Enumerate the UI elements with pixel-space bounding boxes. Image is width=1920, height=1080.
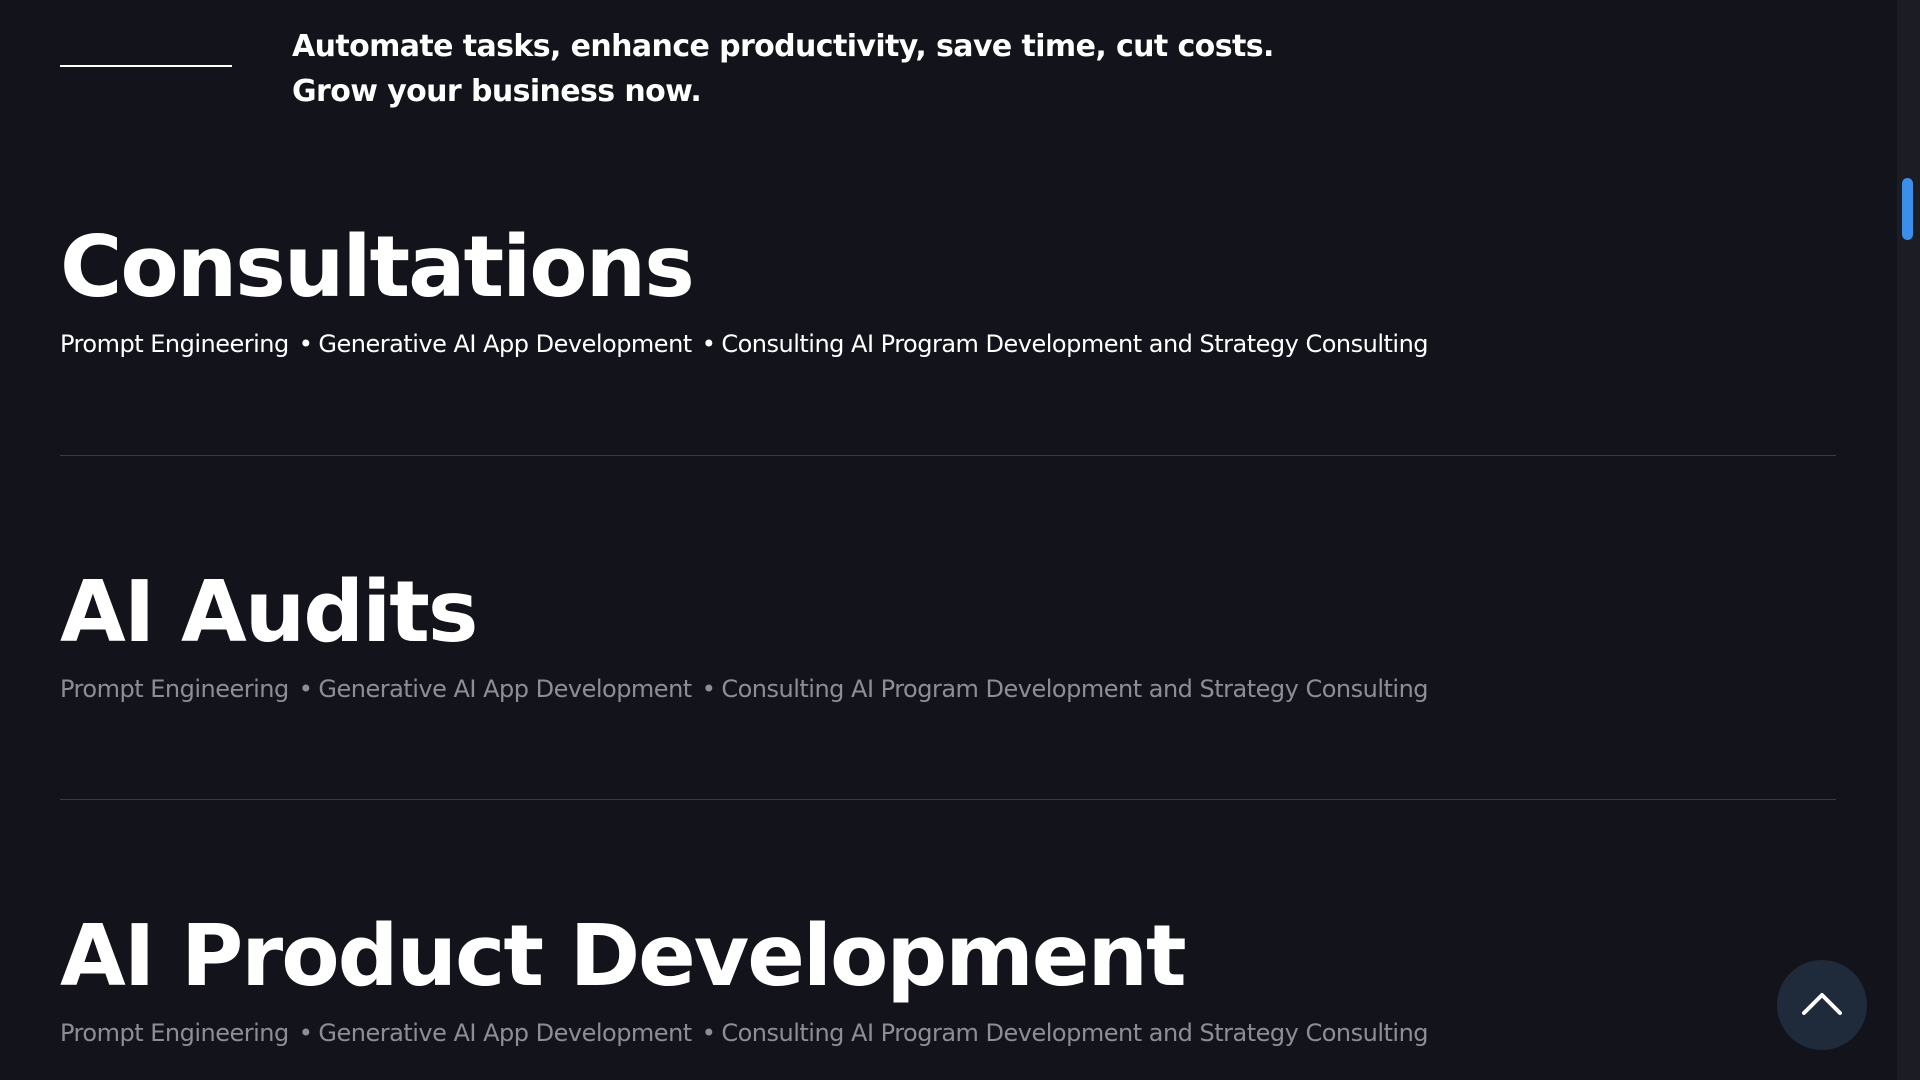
- service-tag: Generative AI App Development: [318, 675, 692, 703]
- service-tag: Prompt Engineering: [60, 1019, 289, 1047]
- intro-tagline-line2: Grow your business now.: [292, 74, 702, 109]
- service-tag: Prompt Engineering: [60, 330, 289, 358]
- intro-accent-line: [60, 65, 232, 67]
- section-divider: [60, 455, 1836, 456]
- service-title: AI Product Development: [60, 907, 1187, 1006]
- service-tag: Consulting AI Program Development and St…: [721, 675, 1429, 703]
- service-title: AI Audits: [60, 563, 479, 662]
- service-ai-audits[interactable]: AI Audits Prompt Engineering • Generative …: [60, 563, 1836, 705]
- service-tag: Generative AI App Development: [318, 330, 692, 358]
- tag-separator: •: [298, 1019, 313, 1047]
- scrollbar-thumb[interactable]: [1902, 178, 1913, 240]
- service-tag: Consulting AI Program Development and St…: [721, 1019, 1429, 1047]
- intro-tagline: Automate tasks, enhance productivity, sa…: [292, 24, 1274, 114]
- tag-separator: •: [298, 675, 313, 703]
- service-tags: Prompt Engineering • Generative AI App Dev…: [60, 328, 1836, 360]
- tag-separator: •: [701, 330, 716, 358]
- tag-separator: •: [701, 675, 716, 703]
- service-title: Consultations: [60, 218, 695, 317]
- tag-separator: •: [701, 1019, 716, 1047]
- service-tag: Consulting AI Program Development and St…: [721, 330, 1429, 358]
- service-tags: Prompt Engineering • Generative AI App Dev…: [60, 1017, 1836, 1049]
- page-content: Automate tasks, enhance productivity, sa…: [0, 0, 1897, 1080]
- service-tag: Prompt Engineering: [60, 675, 289, 703]
- tag-separator: •: [298, 330, 313, 358]
- section-divider: [60, 799, 1836, 800]
- service-tag: Generative AI App Development: [318, 1019, 692, 1047]
- service-consultations[interactable]: Consultations Prompt Engineering • Generat…: [60, 218, 1836, 360]
- vertical-scrollbar[interactable]: [1897, 0, 1920, 1080]
- service-tags: Prompt Engineering • Generative AI App Dev…: [60, 673, 1836, 705]
- intro-tagline-line1: Automate tasks, enhance productivity, sa…: [292, 29, 1274, 64]
- service-ai-product-development[interactable]: AI Product Development Prompt Engineerin…: [60, 907, 1836, 1049]
- back-to-top-button[interactable]: [1777, 960, 1867, 1050]
- chevron-up-icon: [1801, 990, 1843, 1020]
